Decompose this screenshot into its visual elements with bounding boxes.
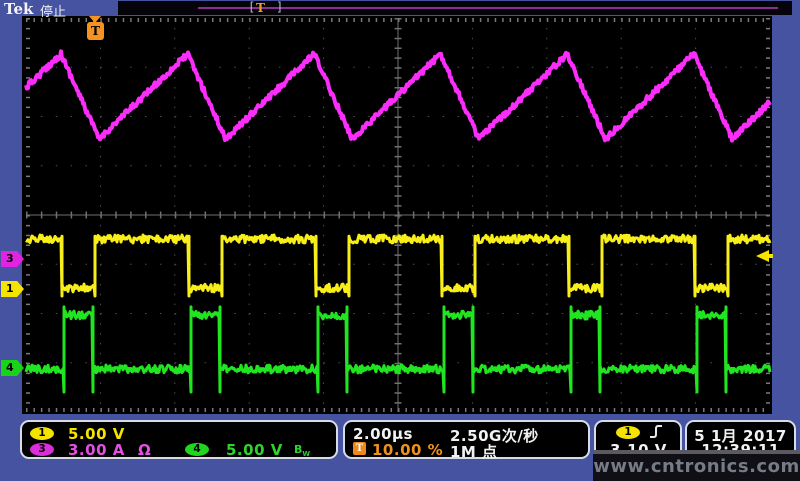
watermark-text: www.cntronics.com: [593, 456, 799, 477]
ch3-coupling-ohm: Ω: [138, 441, 151, 459]
watermark-panel: www.cntronics.com: [593, 450, 800, 481]
rising-edge-icon: [648, 424, 664, 440]
record-view-strip[interactable]: [ ] T: [118, 1, 792, 15]
ch1-badge[interactable]: 1: [30, 427, 54, 440]
record-length-value: 1M 点: [450, 441, 498, 462]
window-bracket-right-icon: ]: [276, 0, 283, 14]
trigger-t-icon: T: [353, 442, 366, 455]
ch1-reference-marker[interactable]: 1: [1, 281, 24, 297]
ch3-scale: 3.00 A: [68, 441, 125, 459]
ch3-badge[interactable]: 3: [30, 443, 54, 456]
record-waveform-line: [198, 7, 778, 9]
crt-display: [22, 16, 772, 414]
record-trigger-icon: T: [256, 1, 265, 15]
ch4-reference-marker[interactable]: 4: [1, 360, 24, 376]
top-bar: Tek 停止 [ ] T: [0, 0, 800, 16]
acquisition-status: 停止: [40, 1, 66, 20]
trigger-source-badge: 1: [616, 426, 640, 439]
horizontal-position-value: 10.00 %: [372, 441, 443, 459]
ch4-scale: 5.00 V: [226, 441, 283, 459]
oscilloscope-screen: Tek 停止 [ ] T 3 1 4 T 1 5.00 V 3 3.00 A Ω…: [0, 0, 800, 481]
tek-logo: Tek: [4, 0, 33, 18]
channel-readout-box[interactable]: 1 5.00 V 3 3.00 A Ω 4 5.00 V BW: [20, 420, 338, 459]
ch3-reference-marker[interactable]: 3: [1, 251, 24, 267]
trigger-level-arrow-icon[interactable]: [756, 250, 769, 262]
window-bracket-left-icon: [: [248, 0, 255, 14]
ch4-badge[interactable]: 4: [185, 443, 209, 456]
trigger-position-marker[interactable]: T: [87, 22, 104, 40]
horizontal-readout-box[interactable]: 2.00µs 2.50G次/秒 T 10.00 % 1M 点: [343, 420, 590, 459]
bandwidth-limit-icon: BW: [294, 443, 310, 458]
trigger-level-arrow-tail: [769, 254, 773, 258]
